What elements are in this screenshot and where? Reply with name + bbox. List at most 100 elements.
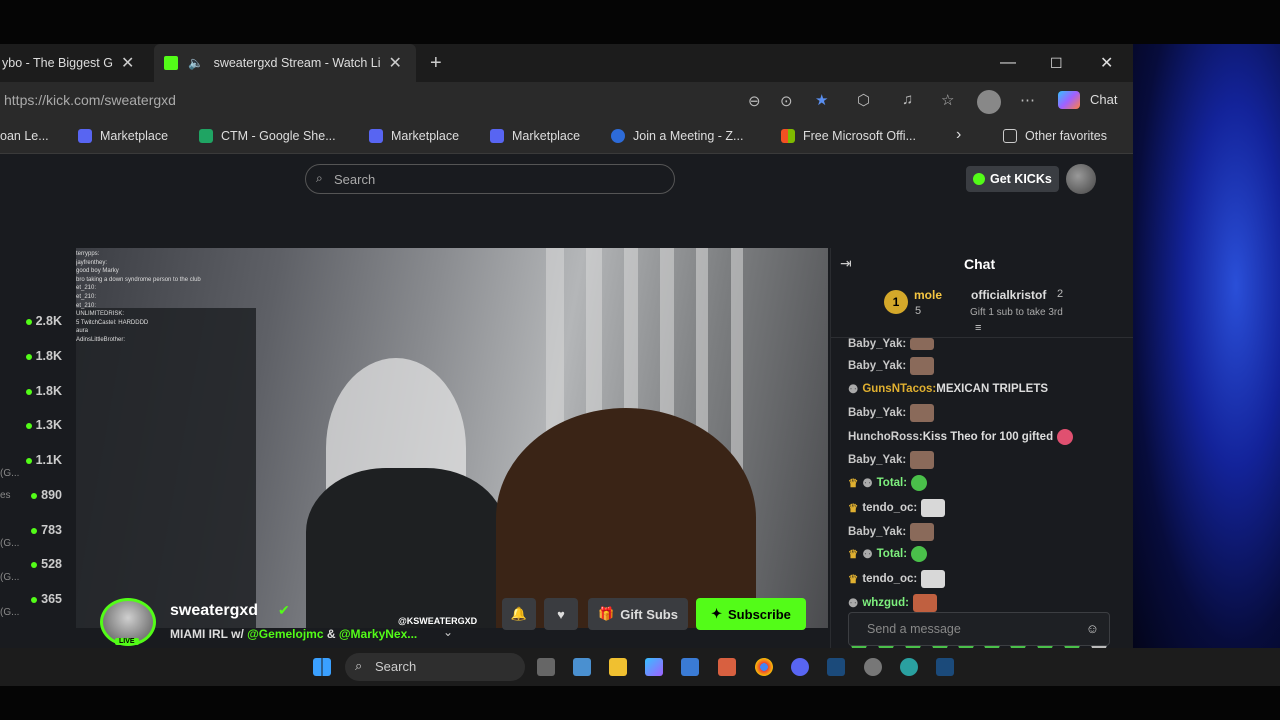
taskbar: ⌕ Search <box>0 648 1280 686</box>
bookmark-item[interactable]: Free Microsoft Offi... <box>781 129 916 143</box>
viewer-count[interactable]: 890 <box>20 488 62 502</box>
get-kicks-button[interactable]: Get KICKs <box>966 166 1059 192</box>
stream-info: LIVE sweatergxd ✔ MIAMI IRL w/ @Gemelojm… <box>100 598 840 648</box>
store-icon[interactable] <box>718 658 736 676</box>
chat-input[interactable]: Send a message ☺ <box>848 612 1110 646</box>
channel-snippet: es <box>0 490 11 501</box>
channel-snippet: (G... <box>0 538 20 549</box>
bookmark-item[interactable]: Join a Meeting - Z... <box>611 129 743 143</box>
emote-icon <box>912 594 937 612</box>
viewer-count[interactable]: 783 <box>20 523 62 537</box>
profile-icon[interactable] <box>977 90 1001 114</box>
viewer-count[interactable]: 365 <box>20 592 62 606</box>
chat-panel: ⇥ Chat 1 mole 5 officialkristof 2 Gift 1… <box>830 248 1133 648</box>
chevron-down-icon[interactable]: ⌄ <box>443 625 453 639</box>
bookmark-item[interactable]: Marketplace <box>490 129 580 143</box>
viewer-count[interactable]: 2.8K <box>20 314 62 328</box>
chat-message: ⚉ whzgud: <box>848 594 937 612</box>
viewer-count[interactable]: 1.8K <box>20 384 62 398</box>
task-view-icon[interactable] <box>537 658 555 676</box>
subscribe-button[interactable]: ✦ Subscribe <box>696 598 806 630</box>
filter-icon[interactable]: ≡ <box>975 322 981 334</box>
channel-snippet: (G... <box>0 607 20 618</box>
media-icon[interactable]: ♫ <box>902 91 913 108</box>
collapse-chat-icon[interactable]: ⇥ <box>840 255 852 272</box>
close-icon[interactable]: ✕ <box>389 53 402 73</box>
tab-other[interactable]: ybo - The Biggest G ✕ <box>0 44 150 82</box>
badge-icon: ⚉ <box>862 478 873 490</box>
mention-link[interactable]: @Gemelojmc <box>247 627 323 641</box>
notification-button[interactable]: 🔔 <box>502 598 536 630</box>
crown-icon: ♛ <box>848 549 859 561</box>
more-icon[interactable]: ⊙ <box>780 92 793 110</box>
tab-bar: ybo - The Biggest G ✕ 🔈 sweatergxd Strea… <box>0 44 1133 82</box>
emote-icon <box>910 357 935 375</box>
edge-icon[interactable] <box>900 658 918 676</box>
copilot-icon[interactable] <box>645 658 663 676</box>
chat-message: ♛ ⚉ Total: <box>848 546 928 562</box>
emoji-icon[interactable]: ☺ <box>1086 621 1099 636</box>
discord-icon[interactable] <box>791 658 809 676</box>
live-badge: LIVE <box>115 638 139 645</box>
new-tab-button[interactable]: + <box>430 44 442 82</box>
gifter-name[interactable]: officialkristof <box>971 288 1046 302</box>
search-input[interactable]: ⌕ Search <box>305 164 675 194</box>
close-icon[interactable]: ✕ <box>121 53 134 73</box>
video-player[interactable]: terrypps: jayfrenthey: good boy Marky br… <box>76 248 828 628</box>
minimize-button[interactable]: — <box>1000 44 1016 82</box>
chat-message: ♛ tendo_oc: <box>848 570 946 588</box>
bookmark-item[interactable]: CTM - Google She... <box>199 129 336 143</box>
tab-kick[interactable]: 🔈 sweatergxd Stream - Watch Li ✕ <box>154 44 416 82</box>
browser-window: ybo - The Biggest G ✕ 🔈 sweatergxd Strea… <box>0 44 1133 648</box>
close-window-button[interactable]: ✕ <box>1100 44 1113 82</box>
emote-icon <box>910 451 935 469</box>
streamer-name[interactable]: sweatergxd <box>170 602 258 620</box>
gift-subs-button[interactable]: 🎁 Gift Subs <box>588 598 688 630</box>
chat-button[interactable]: Chat <box>1090 92 1117 107</box>
viewer-count[interactable]: 528 <box>20 557 62 571</box>
viewer-count[interactable]: 1.1K <box>20 453 62 467</box>
gifter-count: 2 <box>1057 288 1064 300</box>
zoom-icon <box>611 129 625 143</box>
stream-title: MIAMI IRL w/ @Gemelojmc & @MarkyNex... <box>170 627 418 641</box>
viewer-count[interactable]: 1.8K <box>20 349 62 363</box>
desktop-wallpaper <box>1133 44 1280 648</box>
emote-icon <box>910 404 935 422</box>
bookmark-item[interactable]: Marketplace <box>78 129 168 143</box>
follow-button[interactable]: ♥ <box>544 598 578 630</box>
windows-start-icon[interactable] <box>313 658 331 676</box>
speaker-icon[interactable]: 🔈 <box>188 56 204 71</box>
bookmark-icon <box>369 129 383 143</box>
chrome-icon[interactable] <box>755 658 773 676</box>
bookmarks-overflow-icon[interactable]: › <box>956 126 961 144</box>
gifter-name[interactable]: mole <box>914 288 942 302</box>
top-gifters: 1 mole 5 officialkristof 2 Gift 1 sub to… <box>831 284 1133 338</box>
copilot-icon[interactable] <box>1058 91 1080 109</box>
steam-icon[interactable] <box>827 658 845 676</box>
sheets-icon <box>199 129 213 143</box>
bookmark-item[interactable]: Marketplace <box>369 129 459 143</box>
bookmark-icon <box>78 129 92 143</box>
file-explorer-icon[interactable] <box>609 658 627 676</box>
maximize-button[interactable]: ☐ <box>1050 44 1063 82</box>
url-field[interactable]: https://kick.com/sweatergxd <box>4 92 176 108</box>
emote-icon <box>1057 429 1074 445</box>
mail-icon[interactable] <box>681 658 699 676</box>
taskbar-search[interactable]: ⌕ Search <box>345 653 525 681</box>
steam-icon[interactable] <box>936 658 954 676</box>
user-avatar[interactable] <box>1066 164 1096 194</box>
extensions-icon[interactable]: ⬡ <box>857 91 870 109</box>
crown-icon: ♛ <box>848 503 859 515</box>
viewer-count[interactable]: 1.3K <box>20 418 62 432</box>
menu-icon[interactable]: ⋯ <box>1020 91 1035 109</box>
app-icon[interactable] <box>864 658 882 676</box>
star-icon[interactable]: ★ <box>815 91 828 109</box>
other-favorites[interactable]: Other favorites <box>1003 129 1107 143</box>
widgets-icon[interactable] <box>573 658 591 676</box>
favorites-icon[interactable]: ☆ <box>941 91 954 109</box>
mention-link[interactable]: @MarkyNex... <box>339 627 417 641</box>
zoom-icon[interactable]: ⊖ <box>748 92 761 110</box>
heart-icon: ♥ <box>557 606 565 622</box>
bookmark-item[interactable]: oan Le... <box>0 129 49 143</box>
chat-message: Baby_Yak: <box>848 357 935 375</box>
